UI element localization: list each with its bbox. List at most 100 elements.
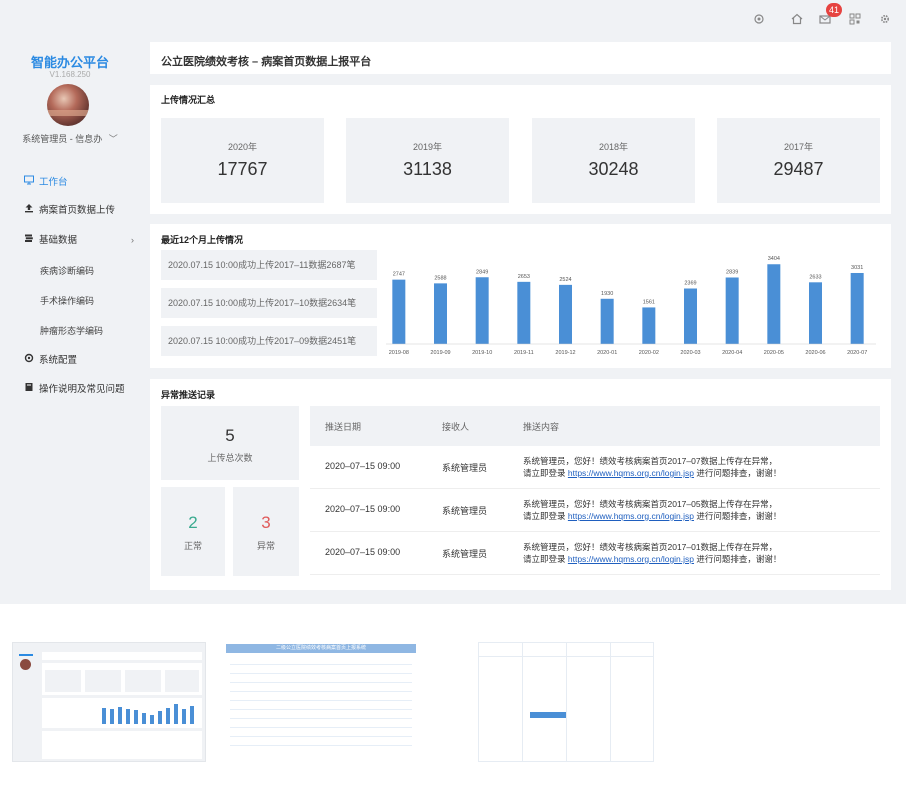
sidebar-item-label: 病案首页数据上传 bbox=[39, 205, 116, 216]
sidebar-item-label: 操作说明及常见问题 bbox=[39, 384, 125, 395]
qrcode-icon[interactable] bbox=[848, 13, 862, 27]
upload-log-item: 2020.07.15 10:00成功上传2017–10数据2634笔 bbox=[161, 288, 377, 318]
bar-value-label: 3031 bbox=[851, 265, 863, 271]
thumbnail-bars bbox=[102, 704, 194, 724]
abnormal-count-label: 异常 bbox=[256, 541, 275, 551]
abnormal-count-value: 3 bbox=[261, 513, 271, 532]
dashboard-thumbnail[interactable] bbox=[12, 642, 206, 762]
push-receiver: 系统管理员 bbox=[442, 463, 488, 473]
sidebar-item-label: 工作台 bbox=[39, 177, 68, 188]
col-header-date: 推送日期 bbox=[325, 422, 362, 432]
total-count-label: 上传总次数 bbox=[207, 453, 253, 463]
push-content-suffix: 进行问题排查，谢谢！ bbox=[694, 468, 782, 478]
login-link[interactable]: https://www.hqms.org.cn/login.jsp bbox=[568, 554, 694, 564]
mail-icon[interactable]: 41 bbox=[818, 3, 843, 27]
bar-value-label: 2369 bbox=[684, 280, 696, 286]
bar-value-label: 2633 bbox=[809, 274, 821, 280]
bar-2019-12[interactable] bbox=[559, 284, 572, 344]
sidebar-item-workbench[interactable]: 工作台 bbox=[0, 174, 140, 192]
x-tick-label: 2020-07 bbox=[847, 350, 867, 356]
login-link[interactable]: https://www.hqms.org.cn/login.jsp bbox=[568, 511, 694, 521]
brand-title: 智能办公平台 bbox=[30, 55, 109, 70]
sidebar-item-upload[interactable]: 病案首页数据上传 bbox=[0, 202, 140, 220]
push-records-table: 推送日期 接收人 推送内容 2020–07–15 09:00 系统管理员 系统管… bbox=[310, 406, 880, 576]
push-date: 2020–07–15 09:00 bbox=[325, 504, 401, 514]
bar-2019-09[interactable] bbox=[434, 283, 447, 344]
bar-2019-08[interactable] bbox=[392, 279, 406, 344]
stat-year: 2017年 bbox=[783, 142, 814, 152]
settings-icon[interactable] bbox=[752, 13, 766, 27]
push-receiver: 系统管理员 bbox=[442, 549, 488, 559]
bar-2020-05[interactable] bbox=[767, 264, 781, 344]
settings-icon bbox=[23, 352, 35, 370]
x-tick-label: 2020-03 bbox=[680, 350, 700, 356]
push-content-prefix: 请立即登录 bbox=[523, 468, 568, 478]
sidebar-subitem-operation-code[interactable]: 手术操作编码 bbox=[40, 292, 140, 310]
sidebar-subitem-diagnosis-code[interactable]: 疾病诊断编码 bbox=[40, 262, 140, 280]
summary-title: 上传情况汇总 bbox=[161, 95, 216, 105]
thumbnail-brand bbox=[19, 654, 33, 656]
database-icon bbox=[23, 232, 35, 250]
thumbnail-highlight-node bbox=[530, 712, 566, 718]
table-row[interactable]: 2020–07–15 09:00 系统管理员 系统管理员，您好！绩效考核病案首页… bbox=[310, 446, 880, 489]
x-tick-label: 2020-05 bbox=[764, 350, 784, 356]
upload-icon bbox=[23, 202, 35, 220]
push-content-line: 请立即登录 https://www.hqms.org.cn/login.jsp … bbox=[523, 553, 883, 565]
push-receiver: 系统管理员 bbox=[442, 506, 488, 516]
sidebar-item-help[interactable]: 操作说明及常见问题 bbox=[0, 381, 140, 399]
x-tick-label: 2020-04 bbox=[722, 350, 742, 356]
stat-value: 31138 bbox=[403, 159, 452, 179]
bar-value-label: 2588 bbox=[434, 275, 446, 281]
push-content: 系统管理员，您好！绩效考核病案首页2017–01数据上传存在异常， 请立即登录 … bbox=[523, 541, 883, 565]
push-content-line: 系统管理员，您好！绩效考核病案首页2017–01数据上传存在异常， bbox=[523, 542, 778, 552]
push-content-line: 系统管理员，您好！绩效考核病案首页2017–05数据上传存在异常， bbox=[523, 499, 778, 509]
push-content-prefix: 请立即登录 bbox=[523, 554, 568, 564]
bar-2020-02[interactable] bbox=[642, 307, 656, 344]
bar-2019-10[interactable] bbox=[475, 277, 489, 344]
bar-value-label: 3404 bbox=[768, 256, 780, 262]
gear-icon[interactable] bbox=[878, 13, 892, 27]
stat-value: 17767 bbox=[217, 159, 268, 179]
x-tick-label: 2020-02 bbox=[639, 350, 659, 356]
system-table-thumbnail[interactable]: 二级公立医院绩效考核病案首页上报系统 bbox=[224, 642, 418, 762]
bar-value-label: 2653 bbox=[518, 274, 530, 280]
bar-value-label: 2747 bbox=[393, 272, 405, 278]
user-name: 系统管理员 - 信息办 bbox=[22, 134, 103, 144]
bar-2019-11[interactable] bbox=[517, 281, 531, 344]
bar-2020-04[interactable] bbox=[725, 277, 739, 344]
thumbnail-grid bbox=[230, 658, 412, 754]
book-icon bbox=[23, 381, 35, 399]
bar-2020-01[interactable] bbox=[600, 298, 614, 344]
bar-2020-03[interactable] bbox=[684, 288, 697, 344]
table-row[interactable]: 2020–07–15 09:00 系统管理员 系统管理员，您好！绩效考核病案首页… bbox=[310, 489, 880, 532]
sidebar-subitem-tumor-code[interactable]: 肿瘤形态学编码 bbox=[40, 322, 140, 340]
thumbnail-title: 二级公立医院绩效考核病案首页上报系统 bbox=[226, 644, 416, 653]
flowchart-thumbnail[interactable] bbox=[478, 642, 654, 762]
page-title: 公立医院绩效考核 – 病案首页数据上报平台 bbox=[161, 56, 372, 68]
bar-value-label: 2524 bbox=[559, 277, 571, 283]
thumbnail-stat bbox=[125, 670, 161, 692]
sidebar-item-label: 基础数据 bbox=[39, 235, 78, 246]
thumbnail-stat bbox=[165, 670, 199, 692]
sidebar-item-basic-data[interactable]: 基础数据 › bbox=[0, 232, 140, 250]
table-row[interactable]: 2020–07–15 09:00 系统管理员 系统管理员，您好！绩效考核病案首页… bbox=[310, 532, 880, 575]
thumbnail-push-card bbox=[42, 731, 202, 759]
upload-summary-card: 上传情况汇总 2020年 17767 2019年 31138 2018年 302… bbox=[150, 85, 891, 214]
user-menu[interactable]: 系统管理员 - 信息办 ﹀ bbox=[0, 132, 140, 145]
bar-2020-07[interactable] bbox=[850, 272, 864, 344]
x-tick-label: 2019-09 bbox=[430, 350, 450, 356]
bar-2020-06[interactable] bbox=[809, 282, 822, 344]
avatar[interactable] bbox=[47, 84, 89, 126]
total-count-value: 5 bbox=[225, 426, 235, 445]
thumbnail-header bbox=[42, 652, 202, 660]
top-bar: 41 bbox=[0, 0, 906, 40]
login-link[interactable]: https://www.hqms.org.cn/login.jsp bbox=[568, 468, 694, 478]
sidebar-item-system-config[interactable]: 系统配置 bbox=[0, 352, 140, 370]
app-window: 41 智能办公平台 V1.168.250 系统管理员 - 信息办 ﹀ 工作台 病… bbox=[0, 0, 906, 604]
home-icon[interactable] bbox=[790, 13, 804, 27]
stat-card-2019: 2019年 31138 bbox=[346, 118, 509, 203]
push-content-line: 请立即登录 https://www.hqms.org.cn/login.jsp … bbox=[523, 510, 883, 522]
header-card: 公立医院绩效考核 – 病案首页数据上报平台 bbox=[150, 42, 891, 74]
mail-badge: 41 bbox=[826, 3, 843, 17]
thumbnail-stat bbox=[85, 670, 121, 692]
